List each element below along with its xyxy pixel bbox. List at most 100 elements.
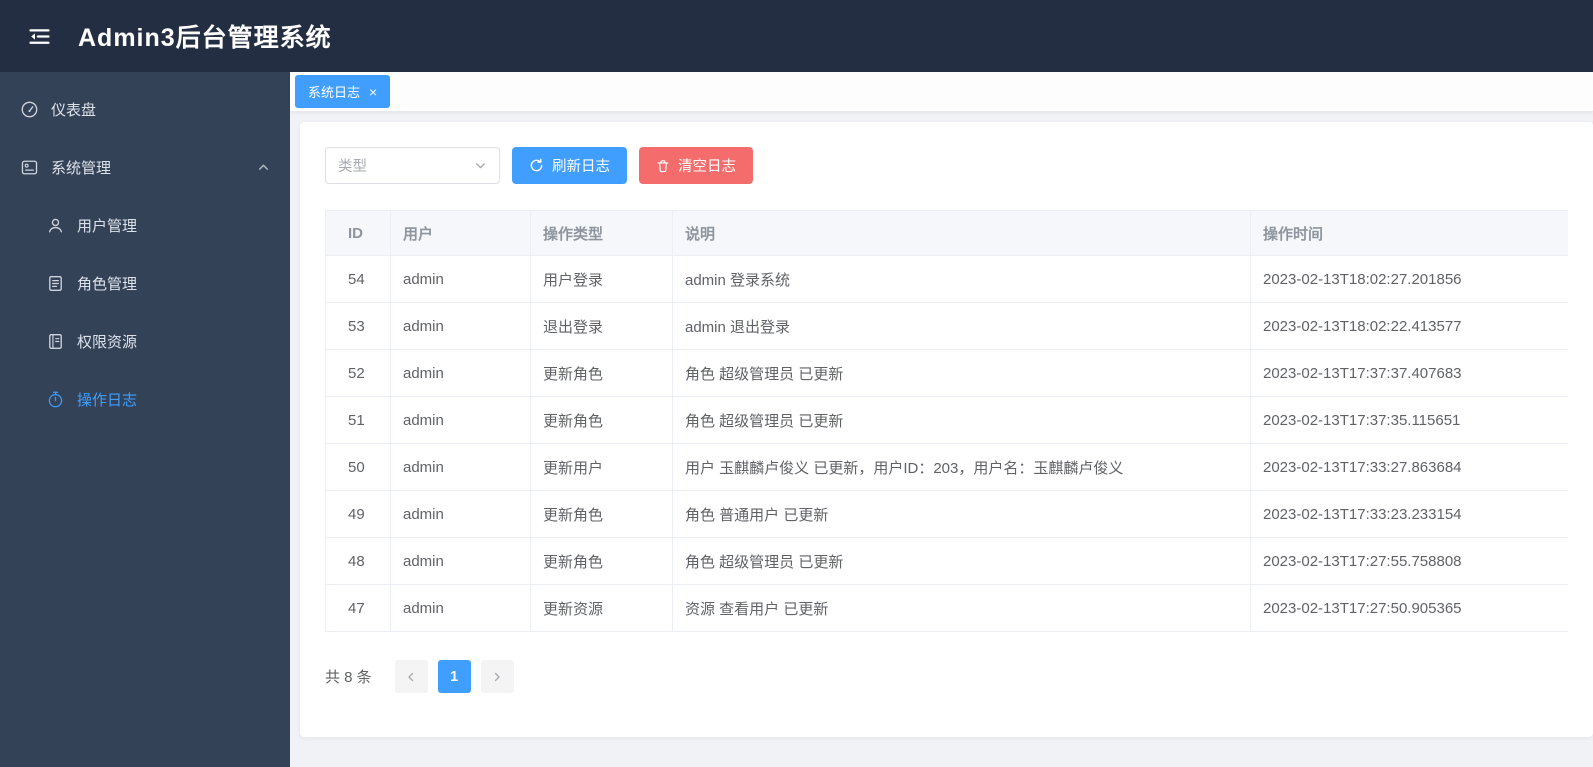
app-header: Admin3后台管理系统 [0, 0, 1593, 72]
column-header-id: ID [325, 210, 391, 256]
table-cell-operation-type: 更新角色 [530, 396, 673, 444]
clear-logs-label: 清空日志 [678, 159, 736, 175]
chevron-right-icon [491, 671, 503, 683]
column-header-user: 用户 [390, 210, 531, 256]
resource-icon [46, 332, 65, 351]
table-cell-user: admin [390, 490, 531, 538]
table-cell-operation-type: 更新资源 [530, 584, 673, 632]
table-cell-user: admin [390, 443, 531, 491]
column-header-description: 说明 [672, 210, 1251, 256]
sidebar-item-label: 系统管理 [51, 159, 112, 177]
table-cell-description: admin 登录系统 [672, 255, 1251, 303]
table-row: 47 admin 更新资源 资源 查看用户 已更新 2023-02-13T17:27:5… [325, 584, 1568, 632]
trash-icon [656, 159, 670, 173]
role-icon [46, 274, 65, 293]
table-cell-id: 52 [325, 349, 391, 397]
table-cell-operation-time: 2023-02-13T17:37:35.115651 [1250, 396, 1568, 444]
table-row: 50 admin 更新用户 用户 玉麒麟卢俊义 已更新，用户ID：203，用户名：玉麒… [325, 443, 1568, 491]
table-cell-user: admin [390, 255, 531, 303]
refresh-logs-button[interactable]: 刷新日志 [512, 147, 627, 184]
table-cell-operation-time: 2023-02-13T17:27:55.758808 [1250, 537, 1568, 585]
table-cell-operation-type: 退出登录 [530, 302, 673, 350]
chevron-up-icon [257, 161, 270, 174]
table-cell-operation-time: 2023-02-13T17:37:37.407683 [1250, 349, 1568, 397]
sidebar-item-label: 用户管理 [77, 217, 138, 235]
next-page-button[interactable] [480, 660, 514, 693]
table-cell-description: 角色 超级管理员 已更新 [672, 349, 1251, 397]
table-cell-description: 资源 查看用户 已更新 [672, 584, 1251, 632]
log-table: ID 用户 操作类型 说明 操作时间 54 admin 用户登录 admin 登录系统… [325, 210, 1568, 632]
toolbar: 类型 刷新日志 清空日志 [325, 147, 1568, 184]
table-row: 54 admin 用户登录 admin 登录系统 2023-02-13T18:02:27… [325, 255, 1568, 303]
refresh-logs-label: 刷新日志 [552, 159, 610, 175]
table-cell-id: 47 [325, 584, 391, 632]
table-cell-id: 49 [325, 490, 391, 538]
dashboard-icon [20, 100, 39, 119]
clear-logs-button[interactable]: 清空日志 [639, 147, 753, 184]
sidebar-item-label: 权限资源 [77, 333, 138, 351]
sidebar-item-label: 仪表盘 [51, 101, 97, 119]
table-cell-user: admin [390, 584, 531, 632]
pagination-total: 共 8 条 [325, 669, 372, 686]
tab-bar: 系统日志 × [290, 72, 1593, 112]
user-icon [46, 216, 65, 235]
table-cell-id: 48 [325, 537, 391, 585]
app-title: Admin3后台管理系统 [78, 24, 332, 52]
sidebar: 仪表盘 系统管理 用户管理 角色管理 权限资源 操作日志 [0, 72, 290, 767]
close-icon[interactable]: × [369, 85, 377, 99]
table-row: 49 admin 更新角色 角色 普通用户 已更新 2023-02-13T17:33:2… [325, 490, 1568, 538]
table-cell-user: admin [390, 537, 531, 585]
table-cell-operation-type: 更新角色 [530, 490, 673, 538]
sidebar-item-operation-logs[interactable]: 操作日志 [0, 370, 290, 428]
table-cell-user: admin [390, 302, 531, 350]
table-row: 48 admin 更新角色 角色 超级管理员 已更新 2023-02-13T17:27:… [325, 537, 1568, 585]
table-cell-user: admin [390, 349, 531, 397]
table-cell-description: 角色 超级管理员 已更新 [672, 537, 1251, 585]
table-cell-operation-type: 更新角色 [530, 537, 673, 585]
sidebar-item-system-management[interactable]: 系统管理 [0, 138, 290, 196]
sidebar-item-dashboard[interactable]: 仪表盘 [0, 80, 290, 138]
column-header-operation-time: 操作时间 [1250, 210, 1568, 256]
content-card: 类型 刷新日志 清空日志 ID 用户 操作类型 说明 操作时间 54 admin… [300, 122, 1593, 737]
sidebar-item-user-management[interactable]: 用户管理 [0, 196, 290, 254]
table-row: 51 admin 更新角色 角色 超级管理员 已更新 2023-02-13T17:37:… [325, 396, 1568, 444]
page-1-button[interactable]: 1 [437, 660, 471, 693]
table-cell-user: admin [390, 396, 531, 444]
table-cell-description: 角色 超级管理员 已更新 [672, 396, 1251, 444]
table-cell-operation-type: 更新角色 [530, 349, 673, 397]
column-header-operation-type: 操作类型 [530, 210, 673, 256]
table-cell-id: 54 [325, 255, 391, 303]
table-cell-operation-time: 2023-02-13T17:33:27.863684 [1250, 443, 1568, 491]
table-cell-id: 51 [325, 396, 391, 444]
log-table-body: 54 admin 用户登录 admin 登录系统 2023-02-13T18:02:27… [325, 255, 1568, 632]
sidebar-item-label: 操作日志 [77, 391, 138, 409]
sidebar-item-permission-resources[interactable]: 权限资源 [0, 312, 290, 370]
table-row: 53 admin 退出登录 admin 退出登录 2023-02-13T18:02:22… [325, 302, 1568, 350]
table-row: 52 admin 更新角色 角色 超级管理员 已更新 2023-02-13T17:37:… [325, 349, 1568, 397]
table-cell-operation-time: 2023-02-13T18:02:27.201856 [1250, 255, 1568, 303]
pagination: 共 8 条 1 [325, 660, 1568, 693]
table-cell-id: 53 [325, 302, 391, 350]
sidebar-item-label: 角色管理 [77, 275, 138, 293]
tab-label: 系统日志 [308, 85, 361, 100]
fold-menu-icon [26, 23, 53, 50]
table-cell-operation-type: 用户登录 [530, 255, 673, 303]
type-select[interactable]: 类型 [325, 147, 500, 184]
table-cell-id: 50 [325, 443, 391, 491]
sidebar-toggle-button[interactable] [22, 19, 56, 53]
system-icon [20, 158, 39, 177]
chevron-down-icon [474, 159, 487, 172]
main-content: 系统日志 × 类型 刷新日志 清空日志 ID 用户 操作类型 说明 操作时间 5… [290, 72, 1593, 767]
table-cell-operation-time: 2023-02-13T18:02:22.413577 [1250, 302, 1568, 350]
type-select-placeholder: 类型 [338, 159, 367, 175]
table-cell-operation-time: 2023-02-13T17:33:23.233154 [1250, 490, 1568, 538]
prev-page-button[interactable] [394, 660, 428, 693]
sidebar-item-role-management[interactable]: 角色管理 [0, 254, 290, 312]
refresh-icon [529, 158, 544, 173]
chevron-left-icon [405, 671, 417, 683]
tab-system-log[interactable]: 系统日志 × [295, 75, 391, 108]
log-table-header: ID 用户 操作类型 说明 操作时间 [325, 210, 1568, 256]
table-cell-description: 角色 普通用户 已更新 [672, 490, 1251, 538]
table-cell-description: 用户 玉麒麟卢俊义 已更新，用户ID：203，用户名：玉麒麟卢俊义 [672, 443, 1251, 491]
table-cell-operation-time: 2023-02-13T17:27:50.905365 [1250, 584, 1568, 632]
